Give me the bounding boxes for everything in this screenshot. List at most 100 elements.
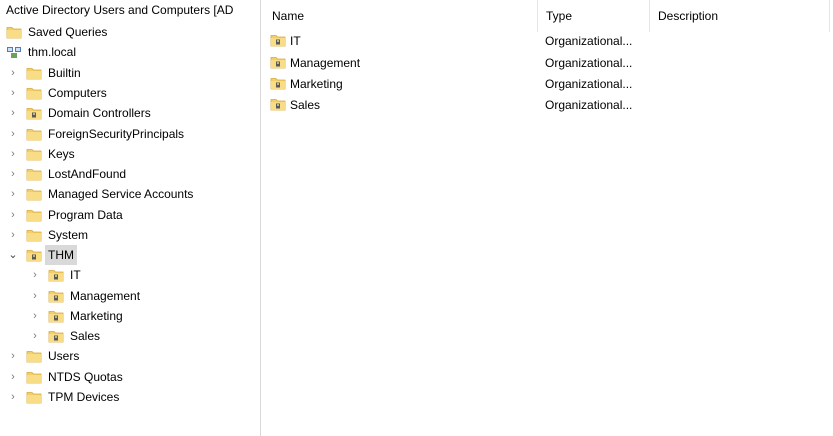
tree-item-thm[interactable]: ⌄ THM xyxy=(6,245,77,265)
list-cell-name: Marketing xyxy=(270,73,343,95)
tree-item-label: thm.local xyxy=(28,45,77,59)
tree-item-label: Saved Queries xyxy=(28,25,108,39)
tree-item-computers[interactable]: › Computers xyxy=(6,83,107,103)
column-header-name[interactable]: Name xyxy=(264,0,538,32)
tree-item-lost-and-found[interactable]: › LostAndFound xyxy=(6,164,126,184)
chevron-right-icon[interactable]: › xyxy=(6,164,20,184)
ou-folder-icon xyxy=(26,106,42,120)
ou-folder-icon xyxy=(48,268,64,282)
tree-item-label: System xyxy=(48,228,89,242)
tree-item-label: Sales xyxy=(70,329,101,343)
tree-item-marketing[interactable]: › Marketing xyxy=(28,306,123,326)
list-row[interactable]: Management Organizational... xyxy=(264,52,833,74)
tree-item-it[interactable]: › IT xyxy=(28,265,81,285)
tree-item-label: IT xyxy=(70,268,81,282)
tree-item-ntds-quotas[interactable]: › NTDS Quotas xyxy=(6,367,123,387)
row-type: Organizational... xyxy=(545,77,633,91)
tree-item-sales[interactable]: › Sales xyxy=(28,326,100,346)
chevron-down-icon[interactable]: ⌄ xyxy=(6,245,20,265)
tree-item-management[interactable]: › Management xyxy=(28,286,140,306)
ou-folder-icon xyxy=(26,248,42,262)
tree-item-label: TPM Devices xyxy=(48,390,120,404)
chevron-right-icon[interactable]: › xyxy=(6,103,20,123)
ou-folder-icon xyxy=(48,289,64,303)
chevron-right-icon[interactable]: › xyxy=(28,265,42,285)
folder-icon xyxy=(26,86,42,100)
list-cell-name: Management xyxy=(270,52,360,74)
chevron-right-icon[interactable]: › xyxy=(6,346,20,366)
column-header-type[interactable]: Type xyxy=(538,0,650,32)
chevron-right-icon[interactable]: › xyxy=(28,326,42,346)
ou-folder-icon xyxy=(48,329,64,343)
chevron-right-icon[interactable]: › xyxy=(6,225,20,245)
folder-icon xyxy=(26,208,42,222)
chevron-right-icon[interactable]: › xyxy=(28,286,42,306)
tree-item-managed-service-accounts[interactable]: › Managed Service Accounts xyxy=(6,184,193,204)
folder-icon xyxy=(26,127,42,141)
chevron-right-icon[interactable]: › xyxy=(28,306,42,326)
tree-item-builtin[interactable]: › Builtin xyxy=(6,63,81,83)
row-type: Organizational... xyxy=(545,56,633,70)
folder-icon xyxy=(26,167,42,181)
tree-item-keys[interactable]: › Keys xyxy=(6,144,75,164)
row-type: Organizational... xyxy=(545,34,633,48)
ou-folder-icon xyxy=(270,97,286,111)
tree-item-label: Computers xyxy=(48,86,107,100)
console-tree: Active Directory Users and Computers [AD… xyxy=(0,0,260,436)
row-name: IT xyxy=(290,34,301,48)
row-type: Organizational... xyxy=(545,98,633,112)
tree-item-label: NTDS Quotas xyxy=(48,370,123,384)
tree-item-label: ForeignSecurityPrincipals xyxy=(48,127,185,141)
folder-icon xyxy=(26,147,42,161)
tree-item-system[interactable]: › System xyxy=(6,225,88,245)
ou-folder-icon xyxy=(270,33,286,47)
row-name: Sales xyxy=(290,98,321,112)
folder-icon xyxy=(6,25,22,39)
row-name: Marketing xyxy=(290,77,343,91)
tree-item-tpm-devices[interactable]: › TPM Devices xyxy=(6,387,119,407)
ou-folder-icon xyxy=(270,76,286,90)
tree-item-label: Builtin xyxy=(48,66,81,80)
tree-item-foreign-security-principals[interactable]: › ForeignSecurityPrincipals xyxy=(6,124,184,144)
tree-item-label: Users xyxy=(48,349,80,363)
tree-root[interactable]: Active Directory Users and Computers [AD xyxy=(6,0,233,20)
chevron-right-icon[interactable]: › xyxy=(6,387,20,407)
tree-item-label: Domain Controllers xyxy=(48,106,151,120)
tree-item-domain-controllers[interactable]: › Domain Controllers xyxy=(6,103,151,123)
list-cell-name: IT xyxy=(270,30,301,52)
chevron-right-icon[interactable]: › xyxy=(6,367,20,387)
chevron-right-icon[interactable]: › xyxy=(6,205,20,225)
tree-item-domain[interactable]: thm.local xyxy=(6,42,76,62)
row-name: Management xyxy=(290,56,361,70)
list-cell-name: Sales xyxy=(270,94,320,116)
tree-item-users[interactable]: › Users xyxy=(6,346,79,366)
details-list: Name Type Description IT Organizational.… xyxy=(264,0,833,436)
folder-icon xyxy=(26,390,42,404)
folder-icon xyxy=(26,349,42,363)
chevron-right-icon[interactable]: › xyxy=(6,124,20,144)
ou-folder-icon xyxy=(48,309,64,323)
tree-root-label: Active Directory Users and Computers [AD xyxy=(6,3,234,17)
column-header-description[interactable]: Description xyxy=(650,0,830,32)
tree-item-label: Program Data xyxy=(48,208,123,222)
chevron-right-icon[interactable]: › xyxy=(6,184,20,204)
ou-folder-icon xyxy=(270,55,286,69)
tree-item-label: LostAndFound xyxy=(48,167,127,181)
list-row[interactable]: Marketing Organizational... xyxy=(264,73,833,95)
tree-item-label: Management xyxy=(70,289,141,303)
domain-icon xyxy=(6,45,22,59)
list-row[interactable]: Sales Organizational... xyxy=(264,94,833,116)
tree-item-program-data[interactable]: › Program Data xyxy=(6,205,123,225)
tree-item-saved-queries[interactable]: Saved Queries xyxy=(6,22,107,42)
chevron-right-icon[interactable]: › xyxy=(6,144,20,164)
folder-icon xyxy=(26,228,42,242)
list-row[interactable]: IT Organizational... xyxy=(264,30,833,52)
tree-item-label: Managed Service Accounts xyxy=(48,187,194,201)
tree-item-label: Keys xyxy=(48,147,75,161)
folder-icon xyxy=(26,370,42,384)
tree-item-label: Marketing xyxy=(70,309,123,323)
tree-item-label: THM xyxy=(45,245,77,265)
folder-icon xyxy=(26,187,42,201)
chevron-right-icon[interactable]: › xyxy=(6,83,20,103)
chevron-right-icon[interactable]: › xyxy=(6,63,20,83)
